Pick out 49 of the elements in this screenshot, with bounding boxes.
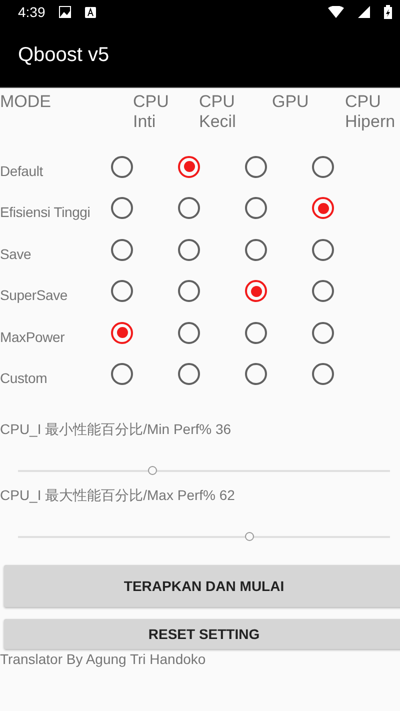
translator-credit: Translator By Agung Tri Handoko bbox=[0, 651, 207, 667]
radio-button[interactable] bbox=[245, 363, 267, 386]
radio-button[interactable] bbox=[111, 156, 133, 178]
radio-button[interactable] bbox=[245, 197, 267, 220]
signal-icon bbox=[358, 6, 370, 18]
column-header: CPU Inti bbox=[133, 92, 170, 133]
column-header: MODE bbox=[0, 92, 52, 113]
radio-button[interactable] bbox=[245, 156, 267, 178]
battery-icon bbox=[384, 5, 392, 19]
radio-button[interactable] bbox=[111, 238, 133, 261]
image-icon bbox=[59, 6, 72, 18]
mode-label: SuperSave bbox=[0, 286, 68, 304]
action-button[interactable]: TERAPKAN DAN MULAI bbox=[4, 565, 400, 607]
wifi-icon bbox=[328, 6, 344, 18]
slider-label: CPU_I 最小性能百分比/Min Perf% 36 bbox=[0, 421, 232, 439]
radio-button[interactable] bbox=[312, 363, 334, 386]
radio-button[interactable] bbox=[111, 280, 133, 302]
radio-button[interactable] bbox=[245, 238, 267, 261]
radio-button[interactable] bbox=[178, 322, 200, 344]
column-header: CPU Kecil bbox=[199, 92, 237, 133]
radio-button[interactable] bbox=[111, 363, 133, 386]
column-header: GPU bbox=[272, 92, 310, 113]
radio-button[interactable] bbox=[245, 322, 267, 344]
mode-label: Efisiensi Tinggi bbox=[0, 203, 92, 220]
radio-button[interactable] bbox=[111, 197, 133, 220]
radio-button[interactable] bbox=[312, 197, 334, 220]
app-title: Qboost v5 bbox=[18, 44, 110, 67]
radio-button[interactable] bbox=[178, 197, 200, 220]
radio-button[interactable] bbox=[178, 363, 200, 386]
radio-button[interactable] bbox=[178, 280, 200, 302]
slider-label: CPU_I 最大性能百分比/Max Perf% 62 bbox=[0, 487, 236, 505]
radio-button[interactable] bbox=[312, 322, 334, 344]
radio-button[interactable] bbox=[245, 280, 267, 302]
radio-button[interactable] bbox=[312, 238, 334, 261]
mode-label: Custom bbox=[0, 369, 48, 386]
mode-label: MaxPower bbox=[0, 328, 66, 345]
clock: 4:39 bbox=[18, 4, 46, 20]
slider-thumb[interactable] bbox=[148, 466, 157, 475]
slider-thumb[interactable] bbox=[244, 532, 254, 541]
radio-button[interactable] bbox=[178, 238, 200, 261]
action-button[interactable]: RESET SETTING bbox=[4, 619, 400, 649]
radio-button[interactable] bbox=[312, 156, 334, 178]
column-header: CPU Hipern bbox=[345, 92, 396, 133]
radio-button[interactable] bbox=[312, 280, 334, 302]
letter-a-icon bbox=[85, 6, 96, 18]
mode-label: Default bbox=[0, 162, 44, 179]
radio-button[interactable] bbox=[111, 322, 133, 344]
radio-button[interactable] bbox=[178, 156, 200, 178]
mode-label: Save bbox=[0, 244, 32, 262]
